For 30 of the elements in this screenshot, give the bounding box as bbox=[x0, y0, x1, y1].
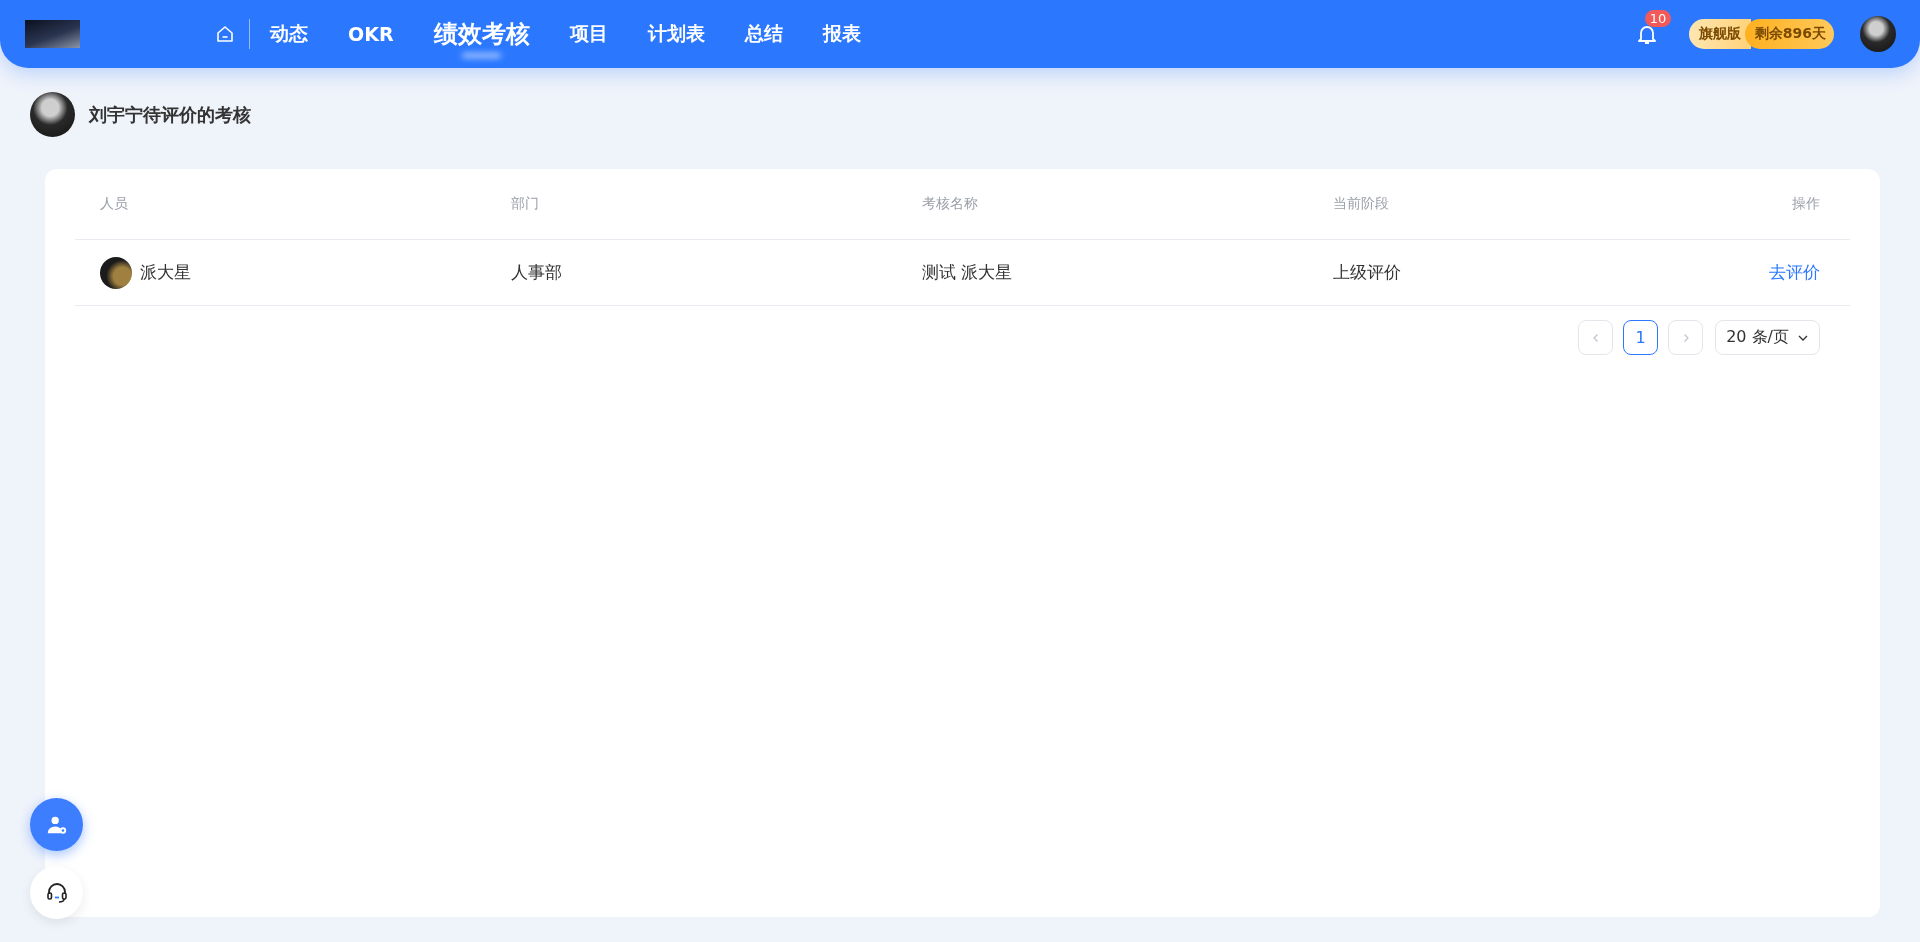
column-header: 当前阶段 bbox=[1333, 195, 1389, 211]
table-cell: 上级评价 bbox=[1333, 262, 1401, 282]
nav-tab[interactable]: OKR bbox=[348, 23, 394, 45]
nav-tab[interactable]: 报表 bbox=[822, 21, 861, 47]
evaluate-link[interactable]: 去评价 bbox=[1769, 262, 1820, 282]
nav-tab[interactable]: 总结 bbox=[744, 21, 783, 47]
nav-tab[interactable]: 计划表 bbox=[647, 21, 705, 47]
logo-image[interactable] bbox=[25, 20, 80, 48]
user-avatar bbox=[30, 92, 75, 137]
nav-tab[interactable]: 项目 bbox=[569, 21, 608, 47]
plan-edition: 旗舰版 bbox=[1688, 19, 1751, 49]
plan-badge[interactable]: 旗舰版 剩余896天 bbox=[1688, 19, 1834, 49]
column-header: 考核名称 bbox=[922, 195, 978, 211]
home-icon[interactable] bbox=[215, 24, 235, 44]
headset-icon bbox=[44, 880, 69, 905]
nav-tab[interactable]: 绩效考核 bbox=[433, 8, 530, 60]
page-title: 刘宇宁待评价的考核 bbox=[89, 102, 251, 127]
plan-remaining: 剩余896天 bbox=[1744, 19, 1834, 49]
page-button[interactable]: 1 bbox=[1623, 320, 1659, 355]
table-cell: 人事部 bbox=[511, 262, 562, 282]
nav-tab[interactable]: 动态 bbox=[270, 21, 308, 47]
table-cell: 派大星 bbox=[140, 261, 191, 284]
column-header: 人员 bbox=[100, 195, 128, 211]
person-avatar bbox=[100, 256, 132, 289]
column-header: 部门 bbox=[511, 195, 539, 211]
user-avatar[interactable] bbox=[1860, 16, 1896, 52]
notification-count: 10 bbox=[1644, 10, 1672, 27]
column-header: 操作 bbox=[1792, 195, 1820, 211]
table-cell: 测试 派大星 bbox=[922, 262, 1013, 282]
page-size-select[interactable]: 20 条/页 bbox=[1715, 320, 1820, 355]
